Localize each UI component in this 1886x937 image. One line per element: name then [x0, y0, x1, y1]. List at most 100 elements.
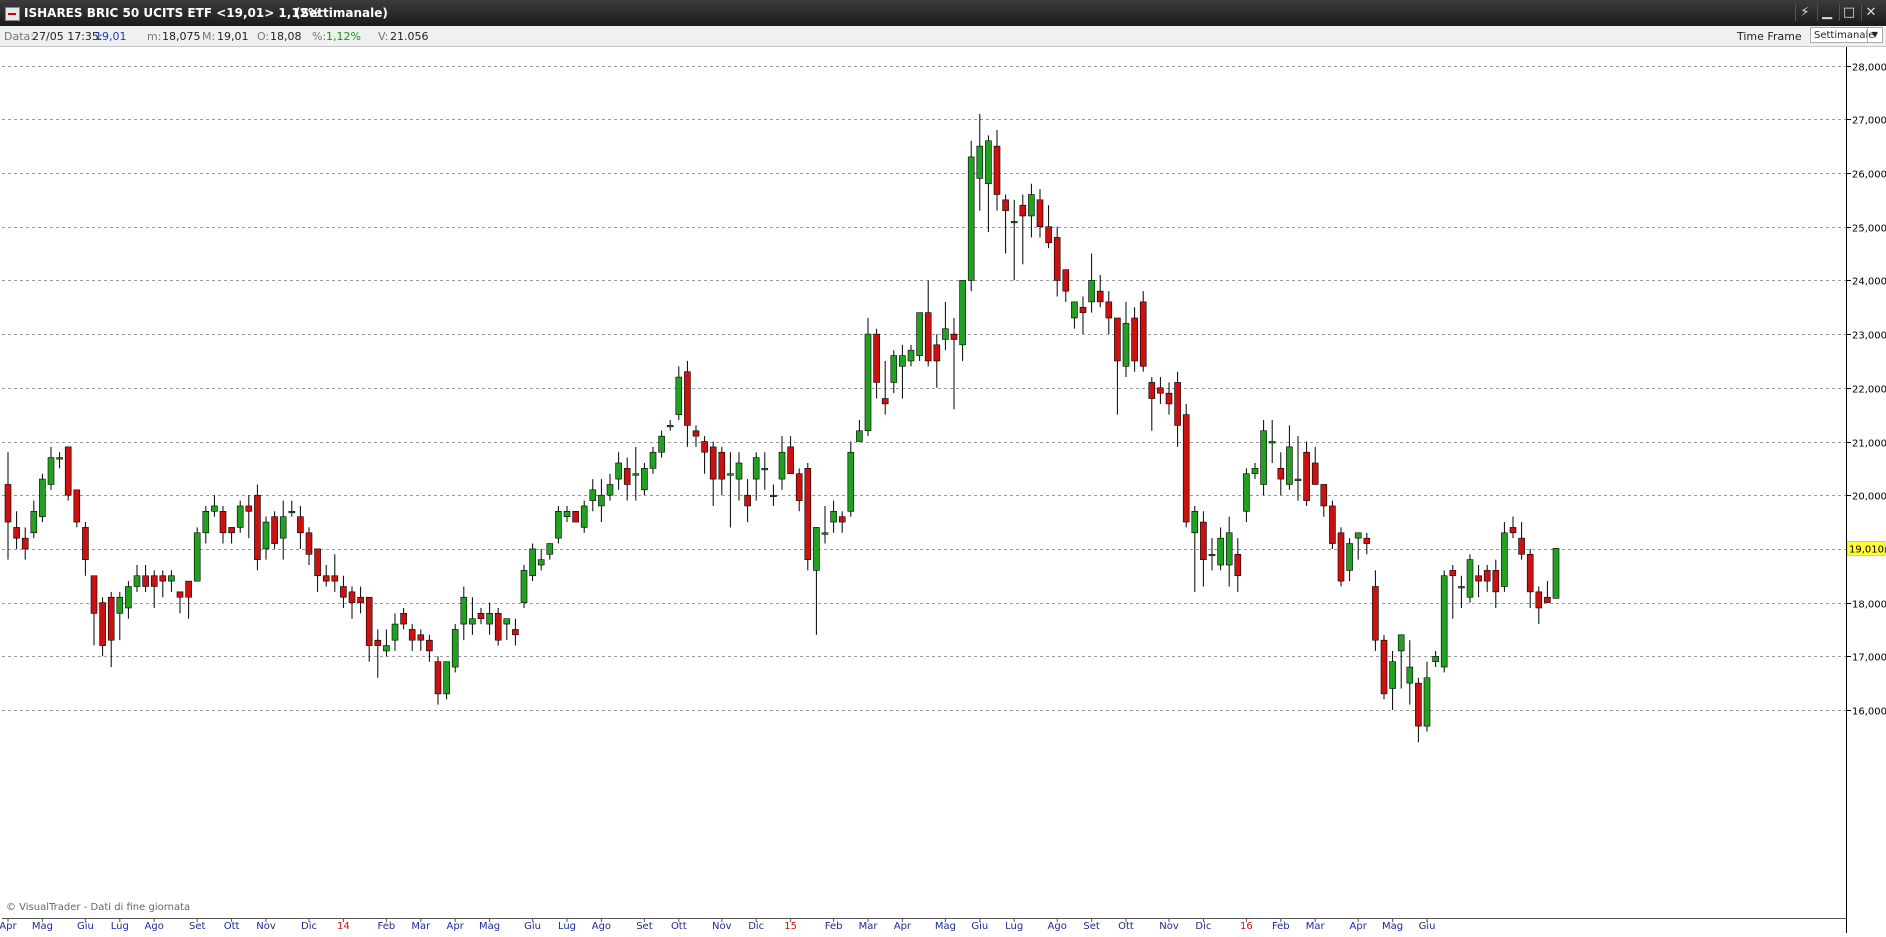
candle-body — [864, 333, 872, 432]
candle — [1105, 291, 1113, 335]
y-tick-label: 26,000 — [1852, 170, 1886, 181]
candle-body — [649, 451, 657, 469]
candle-body — [1200, 521, 1207, 560]
window-title: ISHARES BRIC 50 UCITS ETF <19,01> 1,12% — [24, 6, 321, 20]
x-tick-label: Set — [636, 921, 653, 932]
candle-body — [1251, 468, 1259, 475]
candle-body — [1354, 532, 1362, 539]
candle — [537, 548, 545, 571]
candle — [219, 505, 227, 544]
candle-body — [580, 505, 588, 528]
candle-body — [1036, 199, 1044, 228]
candle-body — [211, 505, 218, 512]
candle — [288, 500, 296, 517]
chart-area[interactable]: 16,00017,00018,00019,00020,00021,00022,0… — [0, 47, 1886, 933]
candle-body — [1432, 655, 1439, 662]
candle-body — [701, 441, 708, 453]
candle — [99, 597, 106, 657]
info-bar: Data: 27/05 17:35: 19,01 m: 18,075 M: 19… — [0, 26, 1886, 47]
candlestick-chart[interactable]: 16,00017,00018,00019,00020,00021,00022,0… — [0, 47, 1886, 933]
candle — [1380, 634, 1388, 700]
x-tick-label: Giu — [1419, 921, 1436, 932]
candle-body — [770, 494, 777, 498]
candle-body — [90, 575, 98, 614]
candle — [1526, 548, 1534, 608]
candle-body — [236, 505, 244, 528]
x-tick-label: Feb — [825, 921, 843, 932]
x-tick-label: Feb — [378, 921, 396, 932]
candle — [770, 484, 777, 506]
candle — [1492, 559, 1500, 608]
candle — [709, 441, 717, 506]
candle — [443, 661, 450, 700]
candle — [1432, 650, 1439, 668]
x-tick-label: Ott — [671, 921, 687, 932]
candle — [13, 511, 20, 549]
x-tick-label: Giu — [524, 921, 541, 932]
maximize-icon[interactable]: □ — [1839, 4, 1858, 21]
chevron-down-icon[interactable]: ▼ — [1867, 28, 1882, 42]
candle — [1354, 532, 1362, 560]
x-tick-label: Ago — [145, 921, 164, 932]
candle-body — [1062, 269, 1070, 292]
candle-body — [1286, 446, 1293, 485]
candle-body — [1234, 553, 1242, 577]
candle — [1062, 269, 1070, 302]
candle-body — [1397, 634, 1405, 652]
x-tick-label: Ott — [1118, 921, 1134, 932]
candle-body — [443, 661, 450, 695]
x-tick-label: Dic — [748, 921, 764, 932]
candle — [649, 446, 657, 474]
candle — [494, 607, 502, 646]
candle-body — [899, 355, 906, 367]
candle — [1552, 548, 1560, 599]
candle — [1251, 462, 1259, 480]
candle-body — [1002, 199, 1009, 211]
candle-body — [1225, 532, 1233, 566]
candle — [1165, 382, 1173, 415]
candle-body — [4, 484, 12, 523]
candle-body — [752, 457, 760, 480]
candle-body — [1372, 586, 1379, 641]
candle-body — [1337, 532, 1345, 582]
candle-body — [1114, 317, 1121, 362]
candle — [1544, 581, 1551, 603]
candle-body — [451, 629, 459, 668]
timeframe-select[interactable]: Settimanale ▼ — [1810, 27, 1883, 43]
candle-body — [202, 511, 210, 534]
candle — [1079, 296, 1087, 335]
close-icon[interactable]: ✕ — [1861, 4, 1880, 21]
candle — [1449, 565, 1457, 619]
candle-body — [632, 473, 640, 476]
candle — [1268, 420, 1276, 463]
candle — [486, 602, 493, 635]
candle-body — [1243, 473, 1250, 512]
candle — [615, 452, 622, 490]
candle-body — [477, 613, 485, 620]
candle-body — [357, 596, 364, 603]
candle-body — [383, 645, 390, 652]
candle — [348, 586, 356, 619]
y-tick-label: 18,000 — [1852, 600, 1886, 611]
candle — [426, 634, 433, 662]
pin-icon[interactable]: ⚡ — [1795, 4, 1814, 21]
candle-body — [47, 457, 55, 485]
candle-body — [1217, 537, 1224, 566]
candle — [1372, 570, 1379, 651]
candle-body — [709, 446, 717, 480]
candle — [90, 575, 98, 646]
y-tick-label: 21,000 — [1852, 439, 1886, 450]
minimize-icon[interactable]: ▁ — [1817, 4, 1836, 21]
candle — [529, 543, 536, 582]
candle-body — [168, 575, 175, 582]
candle — [1208, 538, 1216, 571]
candle-body — [82, 527, 89, 560]
candle-body — [666, 425, 674, 428]
candle-body — [950, 333, 958, 340]
candle-body — [830, 511, 837, 523]
window-controls: ⚡ ▁ □ ✕ — [1795, 4, 1880, 21]
candle-body — [331, 575, 339, 582]
candle — [838, 511, 846, 533]
candle — [1036, 189, 1044, 238]
candle-body — [1492, 570, 1500, 593]
